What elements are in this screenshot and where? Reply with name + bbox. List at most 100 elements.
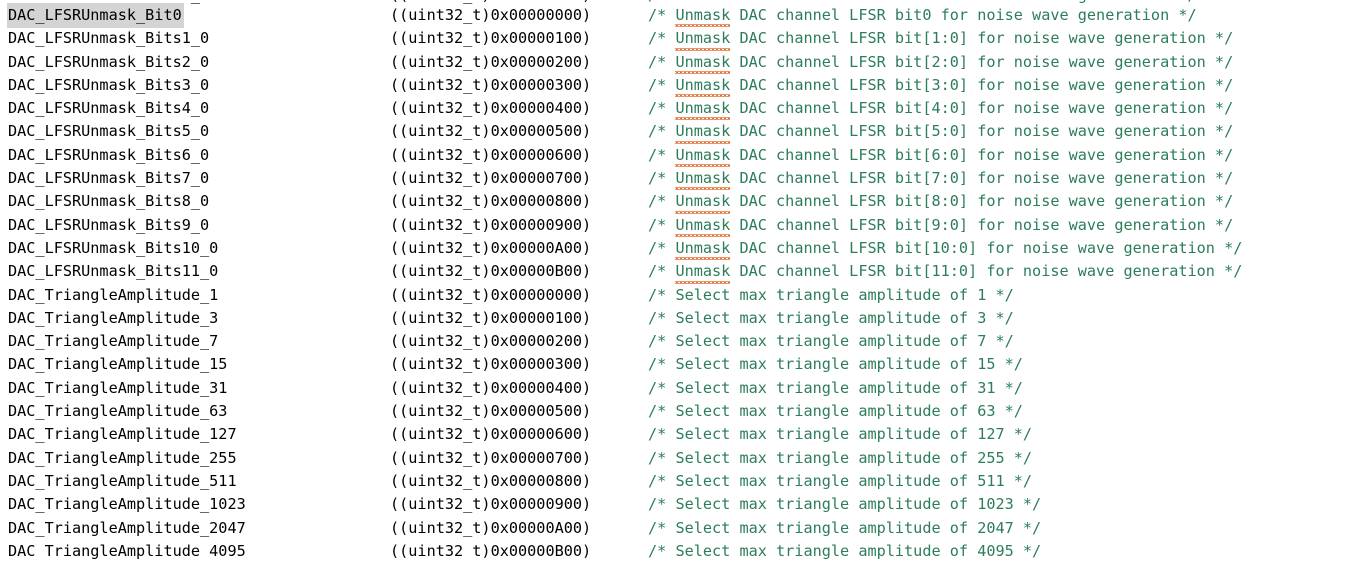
macro-identifier[interactable]: DAC_TriangleAmplitude_255	[8, 447, 237, 470]
comment-open-delimiter: /*	[648, 518, 676, 537]
macro-identifier[interactable]: DAC_LFSRUnmask_Bits3_0	[8, 74, 209, 97]
comment-text: DAC channel LFSR bit[11:0] for noise wav…	[730, 262, 1243, 281]
macro-identifier[interactable]: DAC_TriangleAmplitude_7	[8, 330, 218, 353]
code-line[interactable]: DAC_TriangleAmplitude_3 ((uint32_t)0x0000…	[0, 307, 1371, 330]
macro-value: ((uint32_t)0x00000100)	[390, 308, 592, 327]
code-line[interactable]: DAC_LFSRUnmask_Bits1_0 ((uint32_t)0x00000…	[0, 27, 1371, 51]
comment-open-delimiter: /*	[648, 425, 676, 444]
code-comment: /* Select max triangle amplitude of 2047…	[648, 517, 1041, 540]
macro-identifier[interactable]: DAC_TriangleAmplitude_127	[8, 423, 237, 446]
comment-word: Select	[675, 518, 731, 537]
macro-value: ((uint32_t)0x00000000)	[390, 6, 592, 24]
comment-text: max triangle amplitude of 127 */	[730, 425, 1033, 444]
comment-open-delimiter: /*	[648, 471, 676, 490]
macro-value: ((uint32_t)0x00000600)	[390, 145, 592, 164]
comment-open-delimiter: /*	[648, 145, 676, 164]
macro-value: ((uint32_t)0x00000400)	[390, 99, 592, 118]
comment-text: max triangle amplitude of 15 */	[730, 355, 1023, 374]
macro-identifier[interactable]: DAC_TriangleAmplitude_15	[8, 353, 227, 376]
comment-text: max triangle amplitude of 7 */	[730, 332, 1014, 351]
code-comment: /* Select max triangle amplitude of 31 *…	[648, 377, 1023, 400]
code-comment: /* Select max triangle amplitude of 127 …	[648, 423, 1032, 446]
code-line[interactable]: DAC_TriangleAmplitude_31 ((uint32_t)0x000…	[0, 377, 1371, 400]
macro-identifier[interactable]: DAC_LFSRUnmask_Bits1_0	[8, 27, 209, 50]
code-line[interactable]: DAC_TriangleAmplitude_15 ((uint32_t)0x000…	[0, 353, 1371, 376]
macro-identifier[interactable]: DAC_TriangleAmplitude_31	[8, 377, 227, 400]
macro-value: ((uint32_t)0x00000900)	[390, 215, 592, 234]
comment-open-delimiter: /*	[648, 29, 676, 48]
code-line[interactable]: DAC_LFSRUnmask_Bits9_0 ((uint32_t)0x00000…	[0, 214, 1371, 238]
code-line[interactable]: DAC_TriangleAmplitude_7 ((uint32_t)0x0000…	[0, 330, 1371, 353]
macro-identifier[interactable]: DAC_LFSRUnmask_Bits10_0	[8, 237, 218, 260]
comment-open-delimiter: /*	[648, 495, 676, 514]
code-line[interactable]: DAC_LFSRUnmask_Bits2_0 ((uint32_t)0x00000…	[0, 51, 1371, 75]
macro-identifier[interactable]: DAC_LFSRUnmask_Bits5_0	[8, 120, 209, 143]
macro-identifier[interactable]: DAC_LFSRUnmask_Bits7_0	[8, 167, 209, 190]
code-line[interactable]: DAC_LFSRUnmask_Bits4_0 ((uint32_t)0x00000…	[0, 97, 1371, 121]
macro-identifier[interactable]: DAC_TriangleAmplitude_1	[8, 284, 218, 307]
macro-identifier[interactable]: DAC_LFSRUnmask_Bits2_0	[8, 51, 209, 74]
occurrence-highlight: DAC_LFSRUnmask_Bit0	[7, 3, 184, 29]
comment-word: Select	[675, 332, 731, 351]
macro-identifier[interactable]: DAC_TriangleAmplitude_1023	[8, 493, 246, 516]
code-line[interactable]: DAC_TriangleAmplitude_127 ((uint32_t)0x00…	[0, 423, 1371, 446]
comment-text: max triangle amplitude of 3 */	[730, 308, 1014, 327]
macro-identifier[interactable]: DAC_LFSRUnmask_Bits8_0	[8, 190, 209, 213]
code-line[interactable]: DAC_TriangleAmplitude_2047 ((uint32_t)0x0…	[0, 517, 1371, 540]
code-line[interactable]: DAC_LFSRUnmask_Bits10_0 ((uint32_t)0x0000…	[0, 237, 1371, 261]
spellcheck-flagged-word: Unmask	[675, 260, 730, 284]
code-comment: /* Select max triangle amplitude of 7 */	[648, 330, 1014, 353]
code-comment: /* Unmask DAC channel LFSR bit[10:0] for…	[648, 237, 1242, 261]
macro-identifier[interactable]: DAC_LFSRUnmask_Bit0	[7, 3, 184, 29]
code-editor[interactable]: DAC_LFSRUnmask_Bits0_0 ((uint32_t)0x0000…	[0, 0, 1371, 571]
comment-open-delimiter: /*	[648, 192, 676, 211]
code-line[interactable]: DAC_TriangleAmplitude_511 ((uint32_t)0x00…	[0, 470, 1371, 493]
macro-value: ((uint32_t)0x00000700)	[390, 448, 592, 467]
code-comment: /* Unmask DAC channel LFSR bit[7:0] for …	[648, 167, 1233, 191]
macro-identifier[interactable]: DAC_LFSRUnmask_Bits6_0	[8, 144, 209, 167]
comment-text: DAC channel LFSR bit[4:0] for noise wave…	[730, 99, 1234, 118]
macro-value: ((uint32_t)0x00000700)	[390, 169, 592, 188]
comment-text: max triangle amplitude of 511 */	[730, 471, 1033, 490]
code-comment: /* Select max triangle amplitude of 63 *…	[648, 400, 1023, 423]
macro-value: ((uint32_t)0x00000300)	[390, 75, 592, 94]
code-line-list: DAC_LFSRUnmask_Bit0 ((uint32_t)0x00000000…	[0, 3, 1371, 563]
code-comment: /* Select max triangle amplitude of 1023…	[648, 493, 1041, 516]
macro-value: ((uint32_t)0x00000500)	[390, 402, 592, 421]
code-comment: /* Unmask DAC channel LFSR bit[6:0] for …	[648, 144, 1233, 168]
comment-text: max triangle amplitude of 1 */	[730, 285, 1014, 304]
macro-identifier[interactable]: DAC_TriangleAmplitude_3	[8, 307, 218, 330]
macro-value: ((uint32_t)0x00000B00)	[390, 262, 592, 281]
macro-value: ((uint32_t)0x00000000)	[390, 285, 592, 304]
code-line[interactable]: DAC_TriangleAmplitude_63 ((uint32_t)0x000…	[0, 400, 1371, 423]
macro-identifier[interactable]: DAC_LFSRUnmask_Bits11_0	[8, 260, 218, 283]
code-line[interactable]: DAC_LFSRUnmask_Bits3_0 ((uint32_t)0x00000…	[0, 74, 1371, 98]
code-line[interactable]: DAC_LFSRUnmask_Bits6_0 ((uint32_t)0x00000…	[0, 144, 1371, 168]
comment-open-delimiter: /*	[648, 75, 676, 94]
code-comment: /* Unmask DAC channel LFSR bit[2:0] for …	[648, 51, 1233, 75]
code-line[interactable]: DAC_TriangleAmplitude_255 ((uint32_t)0x00…	[0, 447, 1371, 470]
comment-text: max triangle amplitude of 4095 */	[730, 541, 1042, 560]
code-comment: /* Select max triangle amplitude of 3 */	[648, 307, 1014, 330]
macro-value: ((uint32_t)0x00000900)	[390, 495, 592, 514]
macro-identifier[interactable]: DAC_TriangleAmplitude_63	[8, 400, 227, 423]
spellcheck-flagged-word: Unmask	[675, 237, 730, 261]
comment-text: max triangle amplitude of 2047 */	[730, 518, 1042, 537]
editor-bottom-padding	[0, 559, 1371, 571]
code-comment: /* Unmask DAC channel LFSR bit[5:0] for …	[648, 120, 1233, 145]
code-line[interactable]: DAC_TriangleAmplitude_1 ((uint32_t)0x0000…	[0, 284, 1371, 307]
spellcheck-flagged-word: Unmask	[675, 214, 730, 238]
macro-identifier[interactable]: DAC_LFSRUnmask_Bits4_0	[8, 97, 209, 120]
code-line[interactable]: DAC_LFSRUnmask_Bits5_0 ((uint32_t)0x00000…	[0, 120, 1371, 145]
macro-identifier[interactable]: DAC_TriangleAmplitude_511	[8, 470, 237, 493]
macro-identifier[interactable]: DAC_LFSRUnmask_Bits9_0	[8, 214, 209, 237]
comment-open-delimiter: /*	[648, 308, 676, 327]
macro-identifier[interactable]: DAC_TriangleAmplitude_2047	[8, 517, 246, 540]
code-line[interactable]: DAC_TriangleAmplitude_1023 ((uint32_t)0x0…	[0, 493, 1371, 516]
code-line[interactable]: DAC_LFSRUnmask_Bit0 ((uint32_t)0x00000000…	[0, 3, 1371, 29]
comment-open-delimiter: /*	[648, 238, 676, 257]
code-line[interactable]: DAC_LFSRUnmask_Bits8_0 ((uint32_t)0x00000…	[0, 190, 1371, 214]
code-line[interactable]: DAC_LFSRUnmask_Bits7_0 ((uint32_t)0x00000…	[0, 167, 1371, 191]
code-line[interactable]: DAC_LFSRUnmask_Bits11_0 ((uint32_t)0x0000…	[0, 260, 1371, 284]
macro-value: ((uint32_t)0x00000200)	[390, 332, 592, 351]
